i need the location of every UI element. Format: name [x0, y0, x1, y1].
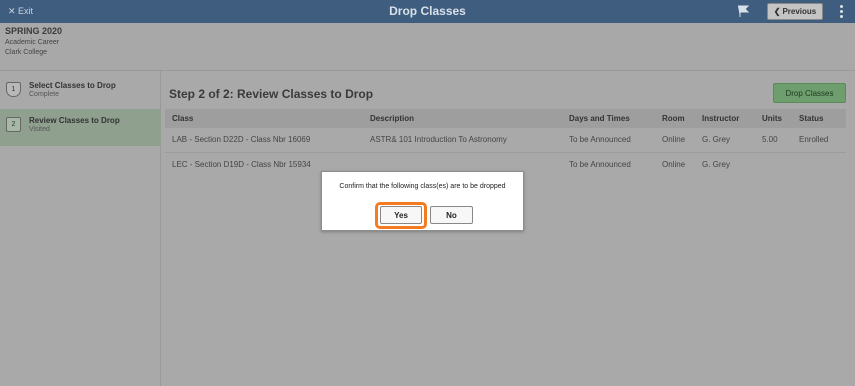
table-header: Class Description Days and Times Room In… [165, 109, 846, 128]
academic-career: Academic Career [5, 39, 60, 46]
instructor-cell: G. Grey [702, 135, 731, 144]
description-cell: ASTR& 101 Introduction To Astronomy [370, 135, 507, 144]
no-button[interactable]: No [430, 206, 473, 224]
days-times-cell: To be Announced [569, 135, 631, 144]
step-title: Step 2 of 2: Review Classes to Drop [169, 87, 374, 101]
term-name: SPRING 2020 [5, 26, 63, 36]
column-header-class: Class [172, 114, 194, 123]
term-header: SPRING 2020 Academic Career Clark Colleg… [0, 23, 855, 71]
status-cell: Enrolled [799, 135, 829, 144]
yes-button[interactable]: Yes [380, 206, 422, 224]
previous-button-label: Previous [782, 7, 817, 16]
step-sidebar: 1 Select Classes to Drop Complete 2 Revi… [0, 71, 161, 386]
step-status: Visited [29, 126, 50, 133]
room-cell: Online [662, 160, 686, 169]
column-header-room: Room [662, 114, 685, 123]
institution-name: Clark College [5, 49, 48, 56]
room-cell: Online [662, 135, 686, 144]
page-title: Drop Classes [389, 4, 466, 18]
flag-icon[interactable] [736, 4, 750, 18]
days-times-cell: To be Announced [569, 160, 631, 169]
step-status: Complete [29, 91, 59, 98]
dialog-message: Confirm that the following class(es) are… [339, 183, 506, 190]
confirm-drop-dialog: Confirm that the following class(es) are… [321, 171, 524, 231]
class-cell: LEC - Section D19D - Class Nbr 15934 [172, 160, 311, 169]
class-cell: LAB - Section D22D - Class Nbr 16069 [172, 135, 311, 144]
sidebar-item-review-classes[interactable]: 2 Review Classes to Drop Visited [0, 109, 161, 146]
column-header-instructor: Instructor [702, 114, 740, 123]
units-cell: 5.00 [762, 135, 778, 144]
chevron-left-icon: ❮ [773, 7, 781, 16]
drop-classes-button[interactable]: Drop Classes [773, 83, 846, 103]
vertical-ellipsis-icon[interactable] [834, 2, 848, 21]
sidebar-item-select-classes[interactable]: 1 Select Classes to Drop Complete [0, 74, 161, 111]
previous-button[interactable]: ❮ Previous [767, 3, 823, 20]
column-header-description: Description [370, 114, 415, 123]
instructor-cell: G. Grey [702, 160, 731, 169]
step-label: Review Classes to Drop [29, 116, 120, 125]
column-header-units: Units [762, 114, 782, 123]
top-bar: ✕ Exit Drop Classes ❮ Previous [0, 0, 855, 23]
column-header-days-times: Days and Times [569, 114, 630, 123]
step-number-badge: 1 [6, 82, 21, 97]
step-label: Select Classes to Drop [29, 81, 116, 90]
table-row: LAB - Section D22D - Class Nbr 16069 AST… [165, 128, 846, 153]
step-number-badge: 2 [6, 117, 21, 132]
column-header-status: Status [799, 114, 824, 123]
